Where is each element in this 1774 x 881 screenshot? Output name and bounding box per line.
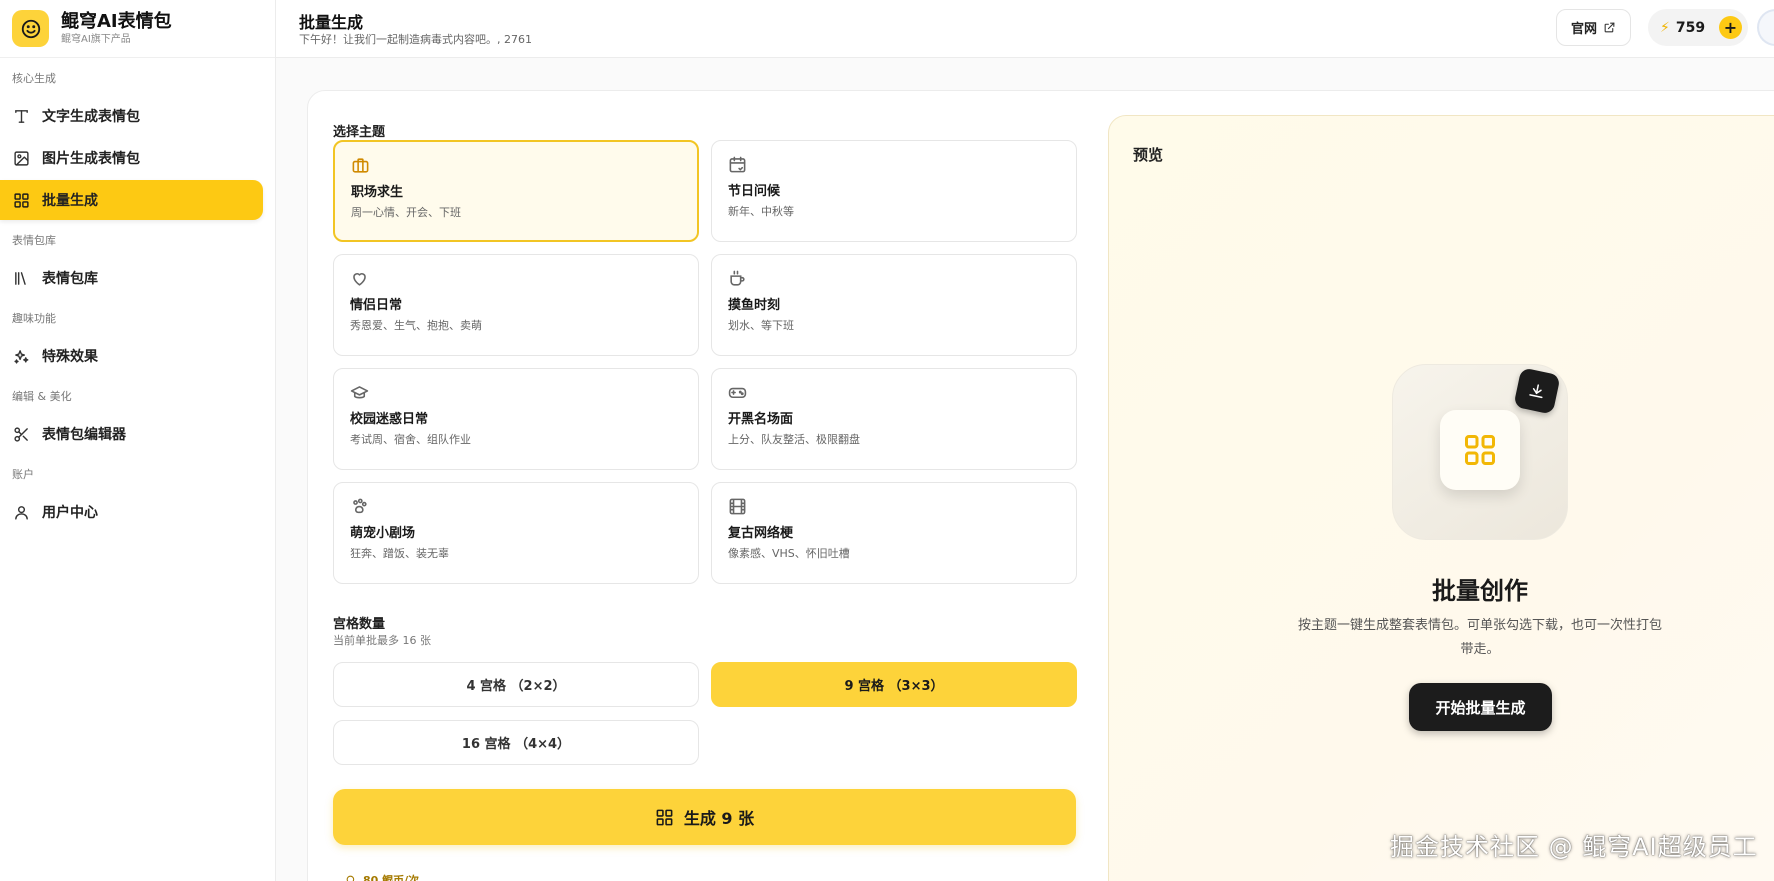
theme-card-couple[interactable]: 情侣日常 秀恩爱、生气、抱抱、卖萌 bbox=[333, 254, 699, 356]
user-icon bbox=[12, 503, 30, 521]
grid-option-4[interactable]: 4 宫格 （2×2） bbox=[333, 662, 699, 707]
sidebar: 鲲穹AI表情包 鲲穹AI旗下产品 核心生成 文字生成表情包 图片生成表情包 批量… bbox=[0, 0, 276, 881]
external-link-icon bbox=[1604, 22, 1615, 33]
preview-description: 按主题一键生成整套表情包。可单张勾选下载，也可一次性打包带走。 bbox=[1297, 618, 1662, 657]
nav-section-edit: 编辑 & 美化 bbox=[12, 390, 72, 403]
coffee-icon bbox=[728, 269, 748, 289]
theme-name: 萌宠小剧场 bbox=[350, 526, 416, 541]
grid-icon bbox=[12, 191, 30, 209]
theme-card-holiday[interactable]: 节日问候 新年、中秋等 bbox=[711, 140, 1077, 242]
preview-heading: 批量创作 bbox=[1432, 577, 1528, 605]
sidebar-item-text-generate[interactable]: 文字生成表情包 bbox=[0, 96, 263, 136]
cost-label: 80 鲲币/次 bbox=[363, 874, 420, 881]
nav-section-core: 核心生成 bbox=[12, 72, 56, 85]
theme-card-pets[interactable]: 萌宠小剧场 狂奔、蹭饭、装无辜 bbox=[333, 482, 699, 584]
lightning-icon: ⚡ bbox=[1660, 19, 1670, 36]
theme-desc: 周一心情、开会、下班 bbox=[351, 206, 461, 219]
sidebar-item-editor[interactable]: 表情包编辑器 bbox=[0, 414, 263, 454]
credits-value: 759 bbox=[1675, 19, 1706, 36]
theme-desc: 像素感、VHS、怀旧吐槽 bbox=[728, 547, 850, 560]
image-icon bbox=[12, 149, 30, 167]
start-batch-button[interactable]: 开始批量生成 bbox=[1409, 683, 1552, 731]
theme-name: 开黑名场面 bbox=[728, 412, 794, 427]
grid-option-16[interactable]: 16 宫格 （4×4） bbox=[333, 720, 699, 765]
avatar[interactable] bbox=[1757, 9, 1774, 46]
paw-icon bbox=[350, 497, 370, 517]
theme-name: 职场求生 bbox=[351, 185, 404, 200]
sidebar-item-label: 文字生成表情包 bbox=[42, 109, 140, 125]
top-header: 批量生成 下午好！让我们一起制造病毒式内容吧。, 2761 官网 ⚡ 759 + bbox=[276, 0, 1774, 58]
theme-name: 摸鱼时刻 bbox=[728, 298, 781, 313]
text-icon bbox=[12, 107, 30, 125]
theme-desc: 划水、等下班 bbox=[728, 319, 794, 332]
theme-card-slacking[interactable]: 摸鱼时刻 划水、等下班 bbox=[711, 254, 1077, 356]
film-icon bbox=[728, 497, 748, 517]
grid-icon bbox=[656, 809, 673, 825]
nav-section-fun: 趣味功能 bbox=[12, 312, 56, 325]
theme-card-gaming[interactable]: 开黑名场面 上分、队友整活、极限翻盘 bbox=[711, 368, 1077, 470]
official-site-button[interactable]: 官网 bbox=[1556, 9, 1631, 46]
sidebar-item-label: 表情包库 bbox=[42, 271, 98, 287]
sidebar-item-batch-generate[interactable]: 批量生成 bbox=[0, 180, 263, 220]
theme-name: 复古网络梗 bbox=[728, 526, 794, 541]
page-title: 批量生成 bbox=[299, 13, 364, 32]
theme-name: 节日问候 bbox=[728, 184, 781, 199]
page-subtitle: 下午好！让我们一起制造病毒式内容吧。, 2761 bbox=[299, 33, 532, 46]
cost-note: 80 鲲币/次 bbox=[345, 872, 419, 881]
sidebar-item-label: 特殊效果 bbox=[42, 349, 98, 365]
official-site-label: 官网 bbox=[1570, 22, 1597, 37]
theme-name: 校园迷惑日常 bbox=[350, 412, 429, 427]
theme-name: 情侣日常 bbox=[350, 298, 403, 313]
sidebar-item-special-effects[interactable]: 特殊效果 bbox=[0, 336, 263, 376]
brand[interactable]: 鲲穹AI表情包 鲲穹AI旗下产品 bbox=[0, 0, 275, 58]
preview-grid-tile bbox=[1440, 410, 1520, 490]
briefcase-icon bbox=[351, 156, 371, 176]
theme-card-campus[interactable]: 校园迷惑日常 考试周、宿舍、组队作业 bbox=[333, 368, 699, 470]
heart-icon bbox=[350, 269, 370, 289]
coin-icon bbox=[346, 875, 355, 881]
sidebar-item-label: 批量生成 bbox=[42, 193, 98, 209]
grid-option-9[interactable]: 9 宫格 （3×3） bbox=[711, 662, 1077, 707]
credits-balance[interactable]: ⚡ 759 + bbox=[1648, 9, 1748, 46]
theme-card-retro[interactable]: 复古网络梗 像素感、VHS、怀旧吐槽 bbox=[711, 482, 1077, 584]
grid-section-title: 宫格数量 bbox=[333, 617, 386, 632]
gamepad-icon bbox=[728, 383, 748, 403]
sidebar-item-label: 图片生成表情包 bbox=[42, 151, 140, 167]
theme-desc: 上分、队友整活、极限翻盘 bbox=[728, 433, 860, 446]
theme-desc: 考试周、宿舍、组队作业 bbox=[350, 433, 471, 446]
scissors-icon bbox=[12, 425, 30, 443]
theme-desc: 秀恩爱、生气、抱抱、卖萌 bbox=[350, 319, 482, 332]
preview-panel: 预览 批量创作 按主题一键生成整套表情包。可单张勾选下载，也可一次性打包带走。 … bbox=[1108, 115, 1774, 881]
add-credits-button[interactable]: + bbox=[1719, 16, 1742, 39]
sparkles-icon bbox=[12, 347, 30, 365]
graduation-cap-icon bbox=[350, 383, 370, 403]
sidebar-item-image-generate[interactable]: 图片生成表情包 bbox=[0, 138, 263, 178]
preview-placeholder bbox=[1392, 364, 1568, 540]
theme-desc: 新年、中秋等 bbox=[728, 205, 794, 218]
theme-section-title: 选择主题 bbox=[333, 125, 386, 140]
sidebar-item-label: 用户中心 bbox=[42, 505, 98, 521]
generate-batch-button[interactable]: 生成 9 张 bbox=[333, 789, 1076, 845]
nav-section-account: 账户 bbox=[12, 468, 34, 481]
sidebar-item-user-center[interactable]: 用户中心 bbox=[0, 492, 263, 532]
watermark: 掘金技术社区 @ 鲲穹AI超级员工 bbox=[1390, 833, 1758, 861]
brand-name: 鲲穹AI表情包 bbox=[61, 10, 172, 32]
smiley-logo-icon bbox=[12, 10, 49, 47]
generate-batch-label: 生成 9 张 bbox=[683, 809, 755, 828]
sidebar-item-library[interactable]: 表情包库 bbox=[0, 258, 263, 298]
grid-icon bbox=[1465, 435, 1495, 465]
preview-title: 预览 bbox=[1133, 146, 1164, 164]
library-icon bbox=[12, 269, 30, 287]
download-icon bbox=[1529, 384, 1543, 399]
nav-section-library: 表情包库 bbox=[12, 234, 56, 247]
theme-card-workplace[interactable]: 职场求生 周一心情、开会、下班 bbox=[333, 140, 699, 242]
download-badge bbox=[1513, 367, 1561, 415]
grid-section-subtitle: 当前单批最多 16 张 bbox=[333, 634, 431, 647]
calendar-icon bbox=[728, 155, 748, 175]
brand-subtitle: 鲲穹AI旗下产品 bbox=[61, 33, 131, 45]
theme-desc: 狂奔、蹭饭、装无辜 bbox=[350, 547, 449, 560]
sidebar-item-label: 表情包编辑器 bbox=[42, 427, 126, 443]
